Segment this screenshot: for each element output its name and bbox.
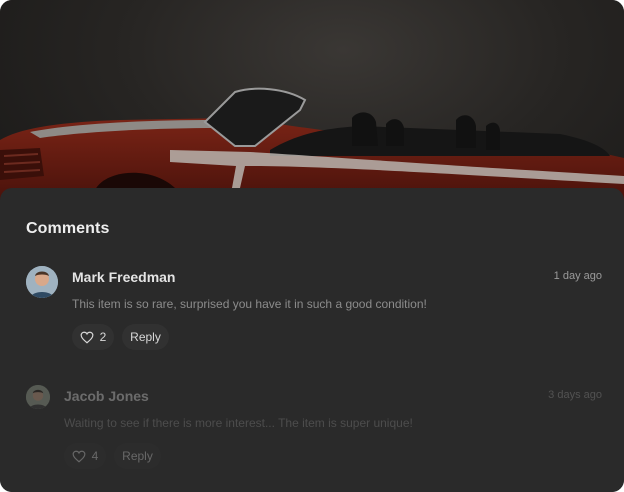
avatar-image: [26, 385, 50, 409]
avatar[interactable]: [26, 385, 50, 409]
comment-timestamp: 3 days ago: [548, 389, 602, 401]
heart-icon: [72, 450, 86, 463]
avatar[interactable]: [26, 266, 58, 298]
like-button[interactable]: 2: [72, 324, 114, 350]
like-button[interactable]: 4: [64, 443, 106, 469]
comments-panel: Comments Mark Freedman 1 day ago This it…: [0, 188, 624, 492]
comments-screen: Comments Mark Freedman 1 day ago This it…: [0, 0, 624, 492]
comment-author[interactable]: Mark Freedman: [72, 269, 175, 285]
comment-text: This item is so rare, surprised you have…: [72, 297, 427, 311]
comment-text: Waiting to see if there is more interest…: [64, 416, 413, 430]
heart-icon: [80, 331, 94, 344]
comment-author[interactable]: Jacob Jones: [64, 388, 149, 404]
like-count: 4: [91, 449, 99, 463]
reply-button[interactable]: Reply: [122, 324, 169, 350]
avatar-image: [26, 266, 58, 298]
comments-title: Comments: [26, 220, 110, 237]
comment-timestamp: 1 day ago: [553, 270, 602, 282]
like-count: 2: [99, 330, 107, 344]
reply-button[interactable]: Reply: [114, 443, 161, 469]
